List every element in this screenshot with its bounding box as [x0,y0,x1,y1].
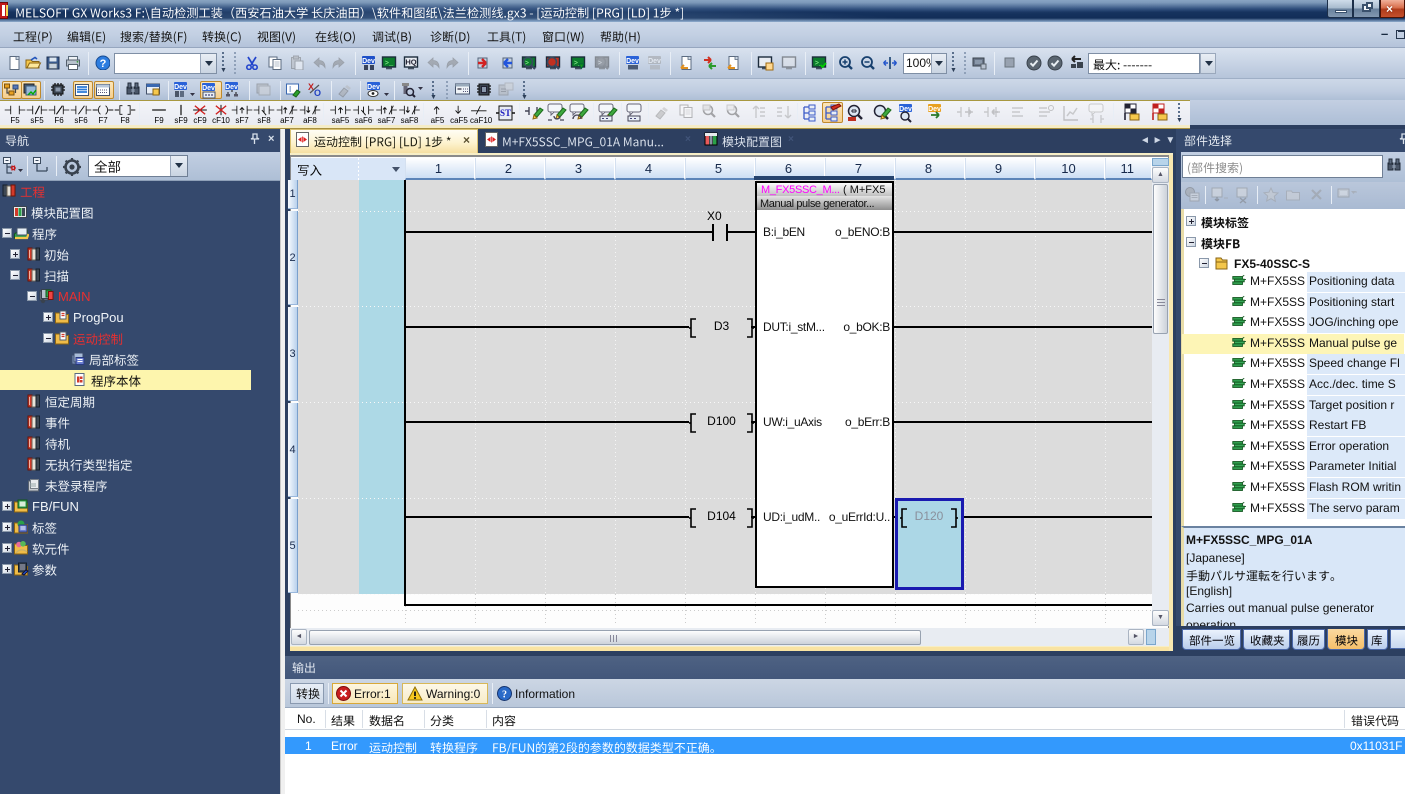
svg-text:?: ? [100,58,107,70]
svg-text:>_: >_ [385,60,394,68]
svg-text:Dev: Dev [928,106,941,113]
svg-text:Dev: Dev [225,84,238,91]
svg-text:Dev: Dev [367,84,380,91]
svg-text:ST: ST [500,108,511,118]
svg-text:O: O [314,88,321,98]
svg-text:?: ? [502,690,507,701]
svg-text:Dev: Dev [626,58,639,65]
svg-text:Dev: Dev [202,85,215,92]
svg-text:Dev: Dev [362,58,375,65]
svg-text:Dev: Dev [174,84,187,91]
svg-text:I: I [289,85,291,94]
svg-text:Dev: Dev [648,58,661,65]
svg-text:HQ: HQ [405,58,416,67]
